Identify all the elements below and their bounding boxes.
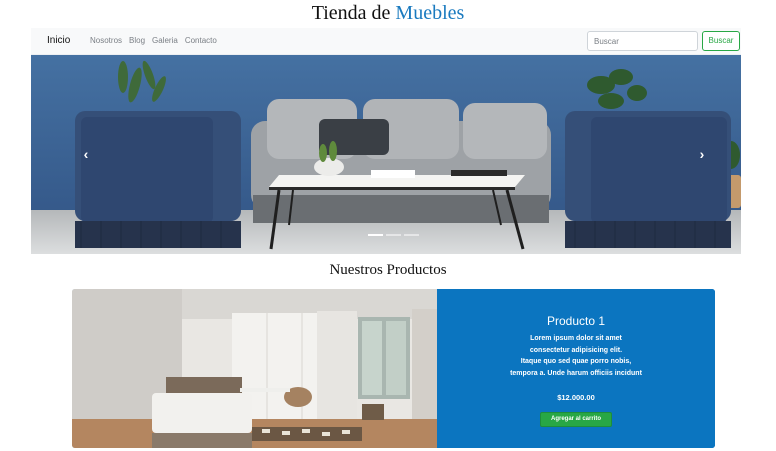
hero-carousel: ‹ › — [31, 55, 741, 254]
product-title: Producto 1 — [546, 314, 606, 328]
product-card: Producto 1 Lorem ipsum dolor sit amet co… — [72, 289, 715, 448]
product-description-line: Itaque quo sed quae porro nobis, — [520, 358, 632, 365]
nav-link-nosotros[interactable]: Nosotros — [90, 36, 122, 45]
product-price: $12.000.00 — [557, 393, 595, 402]
products-section-title: Nuestros Productos — [329, 262, 447, 278]
site-title-text: Tienda de — [311, 2, 391, 24]
nav-link-contacto[interactable]: Contacto — [185, 36, 217, 45]
carousel-next-icon[interactable]: › — [695, 147, 709, 161]
site-title-accent: Muebles — [395, 2, 465, 24]
carousel-indicator-2[interactable] — [386, 234, 401, 236]
nav-links: Nosotros Blog Galeria Contacto — [90, 36, 217, 45]
product-description-line: Lorem ipsum dolor sit amet — [530, 335, 622, 342]
navbar: Inicio Nosotros Blog Galeria Contacto Bu… — [31, 28, 741, 55]
nav-link-galeria[interactable]: Galeria — [152, 36, 178, 45]
bedroom-photo — [72, 289, 437, 448]
living-room-photo — [31, 55, 741, 254]
carousel-indicators — [368, 234, 419, 236]
search-input[interactable] — [587, 31, 698, 51]
site-title: Tienda de Muebles — [0, 2, 776, 24]
add-to-cart-button[interactable]: Agregar al carrito — [540, 412, 612, 427]
carousel-indicator-1[interactable] — [368, 234, 383, 236]
product-description-line: consectetur adipisicing elit. — [529, 346, 623, 354]
product-image — [72, 289, 437, 448]
product-description-line: tempora a. Unde harum officiis incidunt — [510, 369, 642, 377]
nav-home-link[interactable]: Inicio — [47, 35, 70, 46]
carousel-prev-icon[interactable]: ‹ — [79, 147, 93, 161]
nav-link-blog[interactable]: Blog — [129, 36, 145, 45]
carousel-indicator-3[interactable] — [404, 234, 419, 236]
search-button[interactable]: Buscar — [702, 31, 740, 51]
product-info-panel: Producto 1 Lorem ipsum dolor sit amet co… — [437, 289, 715, 448]
product-description: Lorem ipsum dolor sit amet consectetur a… — [467, 333, 685, 379]
